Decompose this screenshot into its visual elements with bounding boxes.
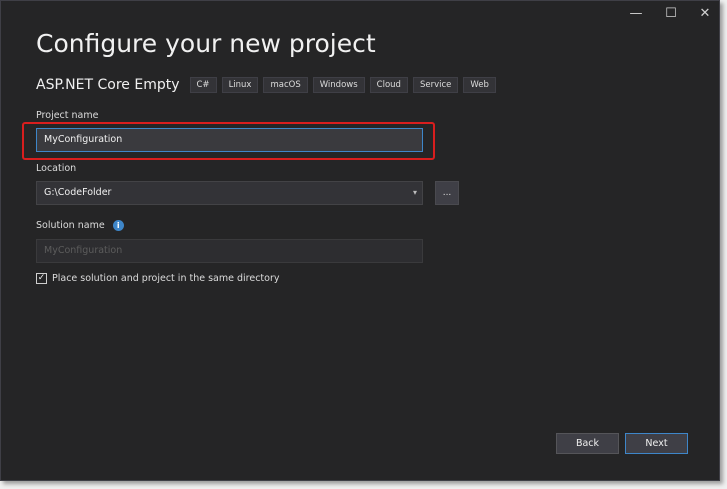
template-name: ASP.NET Core Empty [36, 77, 180, 93]
solution-name-label-row: Solution name i [36, 220, 124, 231]
tag-linux: Linux [221, 77, 259, 93]
location-value: G:\CodeFolder [44, 187, 112, 198]
tag-service: Service [412, 77, 459, 93]
dialog-window: — ☐ ✕ Configure your new project ASP.NET… [0, 0, 720, 481]
same-directory-label: Place solution and project in the same d… [52, 273, 280, 284]
minimize-icon[interactable]: — [621, 5, 651, 23]
solution-name-label: Solution name [36, 220, 105, 231]
next-button[interactable]: Next [625, 433, 688, 454]
close-icon[interactable]: ✕ [690, 5, 720, 23]
maximize-icon[interactable]: ☐ [656, 5, 686, 23]
info-icon[interactable]: i [112, 220, 124, 231]
tag-macos: macOS [263, 77, 308, 93]
tag-web: Web [463, 77, 496, 93]
project-name-label: Project name [36, 110, 99, 121]
project-name-input[interactable]: MyConfiguration [36, 128, 423, 152]
browse-button[interactable]: ... [435, 181, 459, 205]
same-directory-option[interactable]: ✓ Place solution and project in the same… [36, 273, 279, 284]
page-title: Configure your new project [36, 29, 376, 58]
back-button[interactable]: Back [556, 433, 619, 454]
location-combobox[interactable]: G:\CodeFolder ▾ [36, 181, 423, 205]
solution-name-input: MyConfiguration [36, 239, 423, 263]
template-info: ASP.NET Core Empty C# Linux macOS Window… [36, 77, 501, 93]
tag-cloud: Cloud [369, 77, 408, 93]
tag-windows: Windows [312, 77, 365, 93]
same-directory-checkbox[interactable]: ✓ [36, 273, 47, 284]
chevron-down-icon[interactable]: ▾ [413, 182, 417, 204]
location-label: Location [36, 163, 77, 174]
tag-csharp: C# [189, 77, 217, 93]
